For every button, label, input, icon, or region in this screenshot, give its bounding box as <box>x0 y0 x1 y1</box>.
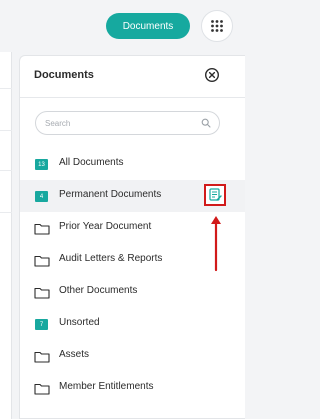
list-item-label: Prior Year Document <box>59 221 152 232</box>
list-item-unsorted[interactable]: 7 Unsorted <box>20 308 245 340</box>
count-badge: 4 <box>35 191 48 202</box>
list-item-label: Permanent Documents <box>59 189 162 200</box>
row-divider <box>0 88 12 89</box>
apps-button[interactable] <box>201 10 233 42</box>
list-item-member-entitlements[interactable]: Member Entitlements <box>20 372 245 404</box>
folder-icon <box>34 351 50 363</box>
list-item-label: All Documents <box>59 157 124 168</box>
list-item-label: Audit Letters & Reports <box>59 253 163 264</box>
search-icon[interactable] <box>201 118 211 128</box>
panel-title: Documents <box>34 69 94 81</box>
list-item-assets[interactable]: Assets <box>20 340 245 372</box>
row-divider <box>0 170 12 171</box>
search-input[interactable] <box>45 116 195 130</box>
count-badge: 13 <box>35 159 48 170</box>
list-item-permanent-documents[interactable]: 4 Permanent Documents <box>20 180 245 212</box>
list-item-other-documents[interactable]: Other Documents <box>20 276 245 308</box>
grid-dots-icon <box>211 20 223 32</box>
row-divider <box>0 212 12 213</box>
close-circle-icon[interactable] <box>204 67 220 83</box>
annotation-arrow-icon <box>211 216 221 272</box>
panel-header: Documents <box>20 56 245 98</box>
folder-icon <box>34 287 50 299</box>
folder-icon <box>34 223 50 235</box>
folder-icon <box>34 383 50 395</box>
folder-icon <box>34 255 50 267</box>
edit-document-button[interactable] <box>204 184 226 206</box>
left-panel-edge <box>0 52 12 419</box>
list-item-label: Other Documents <box>59 285 138 296</box>
count-badge: 7 <box>35 319 48 330</box>
list-item-all-documents[interactable]: 13 All Documents <box>20 148 245 180</box>
edit-document-icon <box>208 188 222 201</box>
row-divider <box>0 130 12 131</box>
list-item-label: Assets <box>59 349 90 360</box>
documents-button[interactable]: Documents <box>106 13 190 39</box>
list-item-label: Unsorted <box>59 317 100 328</box>
list-item-label: Member Entitlements <box>59 381 154 392</box>
search-box <box>35 111 220 135</box>
